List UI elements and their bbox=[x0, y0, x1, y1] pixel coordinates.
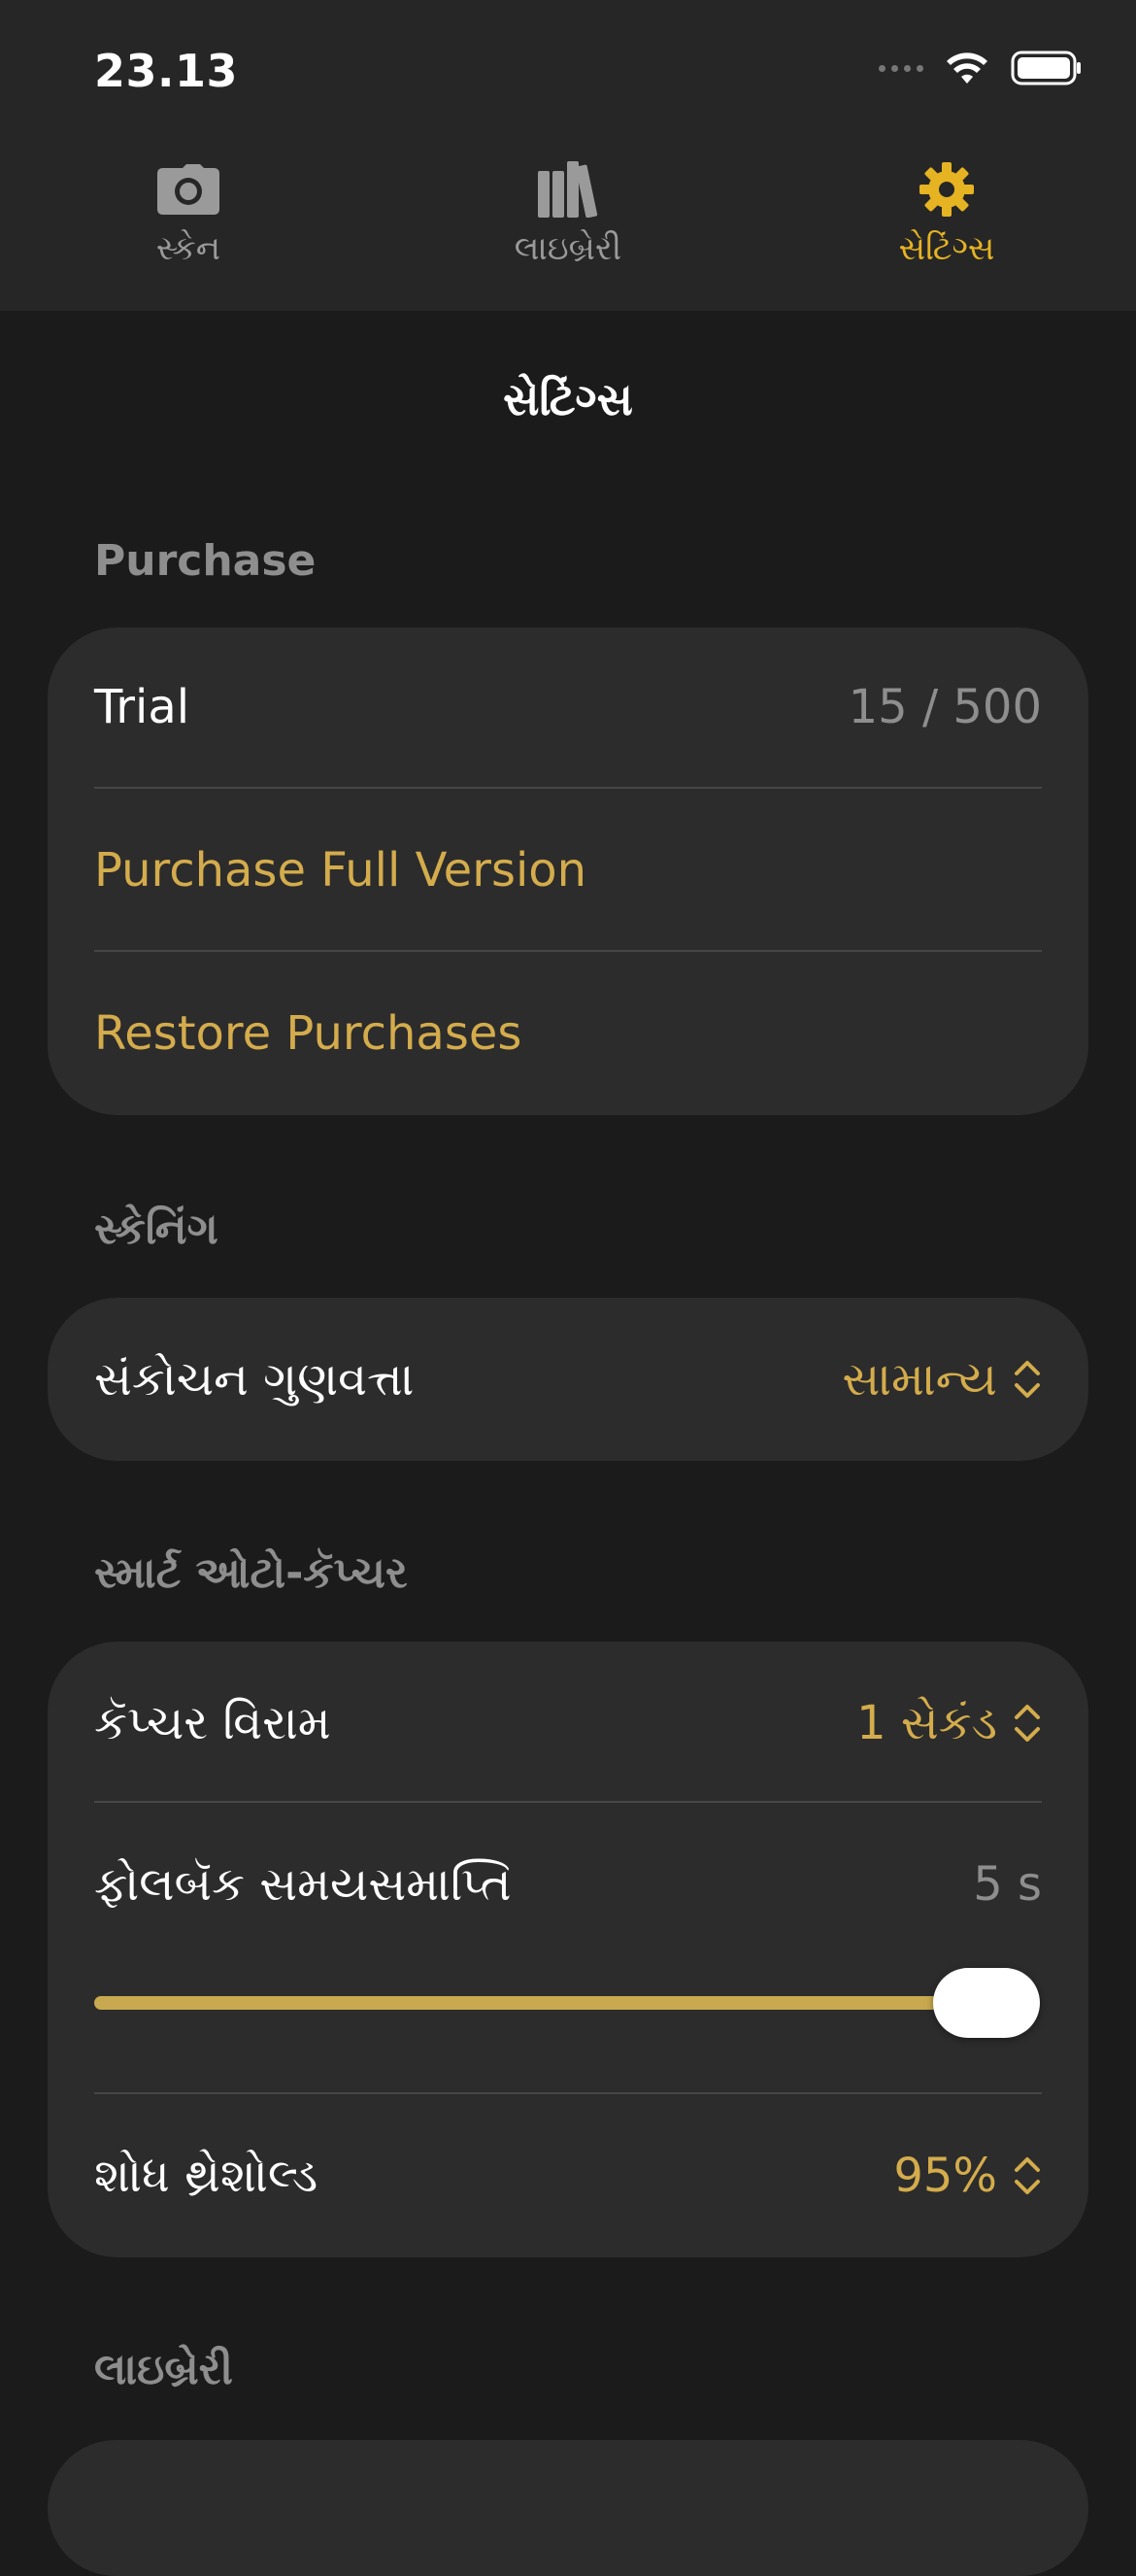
purchase-full-version-button[interactable]: Purchase Full Version bbox=[94, 839, 1042, 901]
compression-quality-picker[interactable]: સામાન્ય bbox=[842, 1352, 1042, 1407]
library-books-icon bbox=[538, 155, 598, 223]
status-icons bbox=[879, 51, 1083, 85]
trial-label: Trial bbox=[94, 680, 190, 734]
auto-capture-card: કૅપ્ચર વિરામ 1 સેકંડ ફોલબૅક સમયસમાપ્તિ 5… bbox=[48, 1642, 1088, 2257]
chevron-up-down-icon bbox=[1015, 1361, 1040, 1398]
restore-purchases-label: Restore Purchases bbox=[94, 1006, 522, 1061]
trial-value: 15 / 500 bbox=[848, 680, 1042, 734]
fallback-timeout-value: 5 s bbox=[973, 1857, 1042, 1912]
divider bbox=[94, 787, 1042, 789]
tab-settings-label: સેટિંગ્સ bbox=[898, 229, 995, 268]
top-tab-bar: 23.13 સ્કેન લાઇબ્રેરી સેટિંગ્સ bbox=[0, 0, 1136, 311]
chevron-up-down-icon bbox=[1015, 2157, 1040, 2194]
compression-quality-label: સંકોચન ગુણવત્તા bbox=[94, 1351, 415, 1407]
section-header-auto-capture: સ્માર્ટ ઓટો-કૅપ્ચર bbox=[94, 1548, 408, 1598]
tab-library[interactable]: લાઇબ્રેરી bbox=[451, 155, 685, 268]
fallback-timeout-slider[interactable] bbox=[94, 1996, 997, 2010]
purchase-full-version-label: Purchase Full Version bbox=[94, 843, 587, 898]
battery-icon bbox=[1011, 51, 1081, 85]
divider bbox=[94, 1801, 1042, 1803]
status-time: 23.13 bbox=[94, 45, 239, 97]
capture-pause-value: 1 સેકંડ bbox=[856, 1695, 997, 1750]
purchase-card: Trial 15 / 500 Purchase Full Version Res… bbox=[48, 627, 1088, 1115]
tab-scan[interactable]: સ્કેન bbox=[72, 155, 305, 268]
slider-thumb[interactable] bbox=[933, 1968, 1040, 2038]
fallback-timeout-label: ફોલબૅક સમયસમાપ્તિ bbox=[94, 1856, 512, 1912]
compression-quality-value: સામાન્ય bbox=[842, 1351, 997, 1407]
tab-bar: સ્કેન લાઇબ્રેરી સેટિંગ્સ bbox=[0, 155, 1136, 291]
scanning-card: સંકોચન ગુણવત્તા સામાન્ય bbox=[48, 1298, 1088, 1461]
trial-row: Trial 15 / 500 bbox=[94, 676, 1042, 738]
compression-quality-row[interactable]: સંકોચન ગુણવત્તા સામાન્ય bbox=[94, 1348, 1042, 1410]
fallback-timeout-row: ફોલબૅક સમયસમાપ્તિ 5 s bbox=[94, 1853, 1042, 1915]
chevron-up-down-icon bbox=[1015, 1705, 1040, 1742]
detection-threshold-picker[interactable]: 95% bbox=[893, 2149, 1042, 2203]
wifi-icon bbox=[947, 52, 987, 84]
section-header-purchase: Purchase bbox=[94, 536, 317, 586]
detection-threshold-label: શોધ થ્રેશોલ્ડ bbox=[94, 2148, 318, 2203]
tab-scan-label: સ્કેન bbox=[155, 229, 221, 268]
library-card bbox=[48, 2440, 1088, 2576]
restore-purchases-button[interactable]: Restore Purchases bbox=[94, 1002, 1042, 1065]
page-title: સેટિંગ્સ bbox=[503, 373, 633, 425]
capture-pause-picker[interactable]: 1 સેકંડ bbox=[856, 1696, 1042, 1751]
tab-settings[interactable]: સેટિંગ્સ bbox=[830, 155, 1063, 268]
divider bbox=[94, 950, 1042, 952]
gear-icon bbox=[919, 155, 974, 223]
divider bbox=[94, 2092, 1042, 2094]
tab-library-label: લાઇબ્રેરી bbox=[514, 229, 622, 268]
detection-threshold-value: 95% bbox=[893, 2149, 997, 2203]
section-header-library: લાઇબ્રેરી bbox=[94, 2345, 233, 2394]
section-header-scanning: સ્કેનિંગ bbox=[94, 1204, 218, 1254]
capture-pause-label: કૅપ્ચર વિરામ bbox=[94, 1695, 331, 1750]
cellular-signal-icon bbox=[879, 64, 923, 72]
detection-threshold-row[interactable]: શોધ થ્રેશોલ્ડ 95% bbox=[94, 2145, 1042, 2207]
capture-pause-row[interactable]: કૅપ્ચર વિરામ 1 સેકંડ bbox=[94, 1692, 1042, 1754]
camera-icon bbox=[157, 155, 219, 223]
